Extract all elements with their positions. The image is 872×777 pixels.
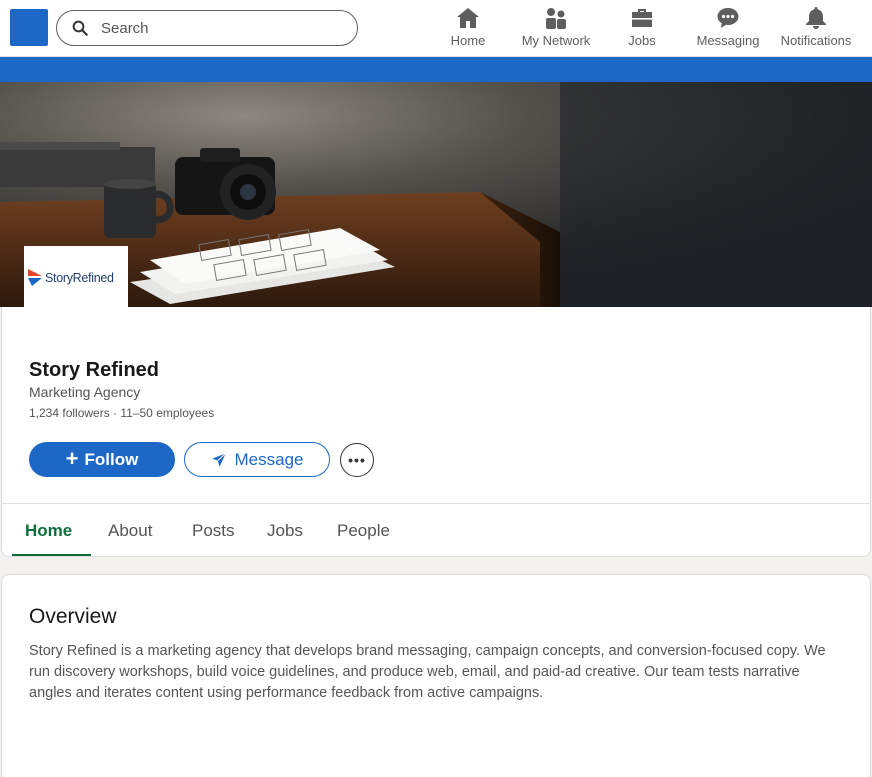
search-bar[interactable] (56, 10, 358, 46)
company-profile-card: Story Refined Marketing Agency 1,234 fol… (1, 307, 871, 557)
send-icon (211, 452, 226, 467)
brand-band (0, 57, 872, 82)
more-icon: ••• (348, 452, 366, 468)
search-icon (72, 20, 88, 36)
company-industry: Marketing Agency (29, 384, 141, 400)
nav-messaging[interactable]: Messaging (696, 6, 760, 52)
message-button-label: Message (234, 449, 304, 469)
tab-people[interactable]: People (337, 521, 390, 541)
overview-title: Overview (29, 605, 117, 628)
tab-jobs[interactable]: Jobs (267, 521, 303, 541)
tab-posts[interactable]: Posts (192, 521, 235, 541)
nav-my-network-label: My Network (521, 33, 591, 48)
svg-text:StoryRefined: StoryRefined (45, 271, 114, 285)
company-logo: StoryRefined (24, 246, 128, 307)
nav-notifications[interactable]: Notifications (778, 6, 854, 52)
briefcase-icon (632, 9, 652, 27)
overview-body: Story Refined is a marketing agency that… (29, 643, 826, 701)
app-logo[interactable] (10, 9, 48, 46)
top-navigation: Home My Network Jobs Messaging Notificat… (0, 0, 872, 57)
message-button[interactable]: Message (184, 442, 330, 477)
people-icon (546, 8, 566, 29)
nav-messaging-label: Messaging (696, 33, 760, 48)
company-name: Story Refined (29, 359, 160, 381)
company-stats: 1,234 followers · 11–50 employees (29, 406, 215, 420)
chat-icon (717, 8, 739, 28)
nav-my-network[interactable]: My Network (518, 6, 594, 52)
tab-home[interactable]: Home (25, 521, 72, 541)
nav-notifications-label: Notifications (780, 33, 852, 48)
bell-icon (806, 7, 826, 29)
tabs-divider (2, 503, 870, 504)
story-refined-logo: StoryRefined (28, 268, 114, 286)
active-tab-indicator (12, 554, 91, 556)
plus-icon: + (65, 445, 79, 471)
cover-banner-image (0, 82, 872, 307)
nav-home-label: Home (450, 33, 486, 48)
home-icon (457, 8, 479, 28)
tab-about[interactable]: About (108, 521, 152, 541)
follow-button-label: Follow (84, 449, 139, 469)
follow-button[interactable]: + Follow (29, 442, 175, 477)
nav-home[interactable]: Home (448, 6, 488, 52)
search-input[interactable] (101, 19, 341, 37)
nav-jobs-label: Jobs (628, 33, 656, 48)
more-options-button[interactable]: ••• (340, 443, 374, 477)
overview-card: Overview Story Refined is a marketing ag… (1, 574, 871, 777)
nav-jobs[interactable]: Jobs (624, 6, 660, 52)
